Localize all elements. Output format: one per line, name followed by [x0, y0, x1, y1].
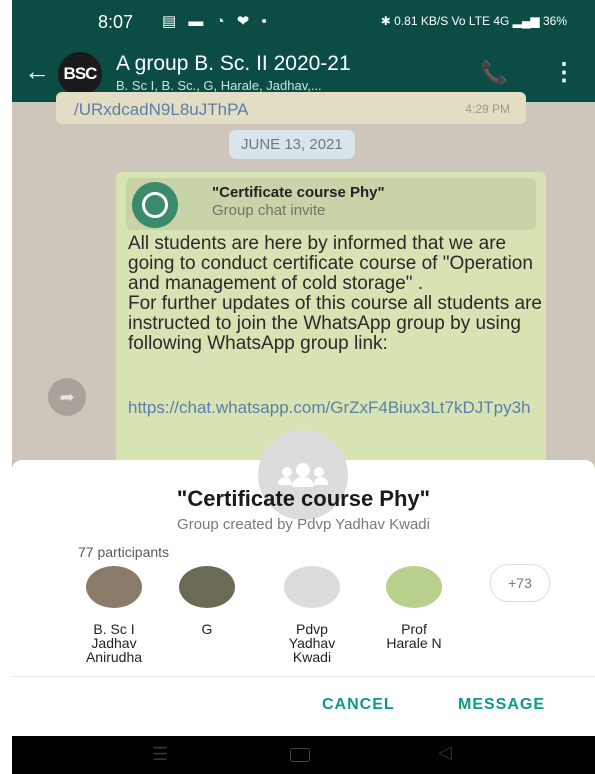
participant[interactable]: Pdvp Yadhav Kwadi	[262, 566, 362, 664]
notification-icons: ▤ ▬ ◔ ❤ •	[162, 13, 271, 30]
participant[interactable]: B. Sc I Jadhav Anirudha	[64, 566, 164, 664]
back-icon[interactable]: ◁	[438, 742, 452, 763]
participant[interactable]: G	[157, 566, 257, 636]
previous-message-time: 4:29 PM	[465, 102, 510, 116]
add-call-icon[interactable]: 📞	[480, 60, 507, 86]
menu-icon[interactable]: ☰	[152, 744, 168, 765]
chat-area: /URxdcadN9L8uJThPA 4:29 PM JUNE 13, 2021…	[12, 92, 595, 472]
group-invite-sheet: "Certificate course Phy" Group created b…	[12, 430, 595, 736]
participant-name: Prof Harale N	[386, 621, 442, 651]
participant-avatar	[386, 566, 442, 608]
forward-icon[interactable]: ➦	[48, 378, 86, 416]
whatsapp-icon	[132, 182, 178, 228]
cancel-button[interactable]: CANCEL	[322, 696, 395, 714]
date-separator: JUNE 13, 2021	[229, 130, 355, 159]
participants-count: 77 participants	[78, 544, 170, 560]
system-nav-bar: ☰ ◁	[12, 736, 595, 774]
more-options-icon[interactable]: ⋮	[552, 58, 576, 87]
participant-name: G	[201, 621, 213, 637]
divider	[12, 676, 595, 677]
sheet-group-creator: Group created by Pdvp Yadhav Kwadi	[177, 516, 430, 533]
participant-name: Pdvp Yadhav Kwadi	[288, 621, 336, 665]
group-invite-card[interactable]: "Certificate course Phy" Group chat invi…	[126, 178, 536, 230]
status-time: 8:07	[98, 12, 134, 32]
invite-title: "Certificate course Phy"	[212, 184, 385, 201]
participant-avatar	[86, 566, 142, 608]
group-members-subtitle[interactable]: B. Sc I, B. Sc., G, Harale, Jadhav,...	[116, 78, 322, 93]
back-arrow-icon[interactable]: ←	[24, 58, 50, 84]
message-button[interactable]: MESSAGE	[458, 696, 545, 714]
status-bar: 8:07 ▤ ▬ ◔ ❤ • ✱ 0.81 KB/S Vo LTE 4G ▂▄▆…	[12, 0, 595, 44]
sheet-group-title: "Certificate course Phy"	[176, 486, 431, 511]
participant-name: B. Sc I Jadhav Anirudha	[85, 621, 143, 665]
previous-message[interactable]: /URxdcadN9L8uJThPA 4:29 PM	[56, 92, 526, 124]
participant-avatar	[284, 566, 340, 608]
message-bubble[interactable]: "Certificate course Phy" Group chat invi…	[116, 172, 546, 472]
group-avatar[interactable]: BSC	[58, 52, 102, 96]
message-text: All students are here by informed that w…	[128, 233, 542, 354]
more-participants-chip[interactable]: +73	[490, 564, 550, 602]
participant[interactable]: Prof Harale N	[364, 566, 464, 650]
phone-screen: 8:07 ▤ ▬ ◔ ❤ • ✱ 0.81 KB/S Vo LTE 4G ▂▄▆…	[12, 0, 595, 774]
invite-link[interactable]: https://chat.whatsapp.com/GrZxF4Biux3Lt7…	[128, 398, 548, 418]
status-right-icons: ✱ 0.81 KB/S Vo LTE 4G ▂▄▆ 36%	[380, 14, 567, 28]
invite-subtitle: Group chat invite	[212, 202, 326, 219]
previous-message-link[interactable]: /URxdcadN9L8uJThPA	[74, 100, 249, 120]
home-icon[interactable]	[290, 748, 310, 762]
group-title[interactable]: A group B. Sc. II 2020-21	[116, 52, 351, 76]
participant-avatar	[179, 566, 235, 608]
